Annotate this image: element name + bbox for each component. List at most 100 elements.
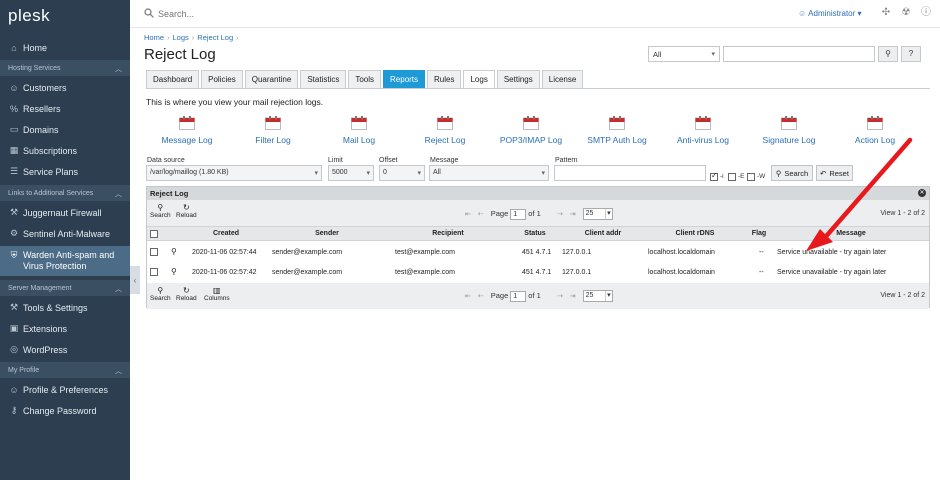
- breadcrumb-logs[interactable]: Logs: [173, 33, 189, 42]
- tab-quarantine[interactable]: Quarantine: [244, 70, 299, 88]
- prev-page-icon[interactable]: ⇠: [478, 293, 484, 300]
- sidebar-section-links[interactable]: Links to Additional Services ︿: [0, 185, 130, 201]
- help-icon[interactable]: ⓘ: [920, 7, 932, 19]
- column-created[interactable]: Created: [185, 230, 267, 237]
- log-link-pop3-imap[interactable]: POP3/IMAP Log: [491, 116, 571, 145]
- calendar-icon: [523, 116, 539, 130]
- first-page-icon[interactable]: ⇤: [465, 211, 471, 218]
- grid-search-button-bottom[interactable]: ⚲ Search: [150, 286, 171, 302]
- column-sender[interactable]: Sender: [267, 230, 387, 237]
- next-page-icon[interactable]: ⇢: [557, 211, 563, 218]
- tab-policies[interactable]: Policies: [201, 70, 243, 88]
- log-link-signature[interactable]: Signature Log: [749, 116, 829, 145]
- word-match-checkbox[interactable]: [747, 173, 755, 181]
- tab-reports[interactable]: Reports: [383, 70, 426, 88]
- user-menu[interactable]: ☺ Administrator ▾: [798, 9, 862, 18]
- log-link-message[interactable]: Message Log: [147, 116, 227, 145]
- app-window: plesk ⌂ Home Hosting Services ︿ ☺ Customers…: [0, 0, 940, 480]
- column-flag[interactable]: Flag: [745, 230, 773, 237]
- wrench-icon: ⚒: [9, 207, 19, 217]
- sidebar-item-subscriptions[interactable]: ▦ Subscriptions: [0, 140, 130, 161]
- data-source-select[interactable]: /var/log/maillog (1.80 KB) ▾: [146, 165, 322, 181]
- breadcrumb-reject-log[interactable]: Reject Log: [197, 33, 233, 42]
- offset-select[interactable]: 0 ▾: [379, 165, 425, 181]
- page-size-select[interactable]: 25 ▾: [582, 208, 613, 220]
- limit-select[interactable]: 5000 ▾: [328, 165, 374, 181]
- log-link-mail[interactable]: Mail Log: [319, 116, 399, 145]
- global-filter-input[interactable]: [723, 46, 875, 62]
- search-input[interactable]: [158, 6, 358, 22]
- column-recipient[interactable]: Recipient: [387, 230, 509, 237]
- sidebar-section-hosting[interactable]: Hosting Services ︿: [0, 60, 130, 76]
- row-checkbox[interactable]: [150, 248, 158, 256]
- tab-rules[interactable]: Rules: [427, 70, 462, 88]
- sidebar-item-warden[interactable]: ⛨ Warden Anti-spam and Virus Protection: [0, 246, 130, 276]
- column-message[interactable]: Message: [773, 230, 929, 237]
- key-icon[interactable]: ⚲: [171, 267, 177, 276]
- log-link-filter[interactable]: Filter Log: [233, 116, 313, 145]
- sidebar-item-domains[interactable]: ▭ Domains: [0, 119, 130, 140]
- sidebar-item-customers[interactable]: ☺ Customers: [0, 77, 130, 98]
- grid-search-button[interactable]: ⚲ Search: [150, 203, 171, 219]
- table-row[interactable]: ⚲ 2020-11-06 02:57:44 sender@example.com te…: [147, 243, 929, 262]
- plesk-logo[interactable]: plesk: [8, 6, 50, 26]
- sidebar-item-tools-settings[interactable]: ⚒ Tools & Settings: [0, 297, 130, 318]
- grid-reload-button-bottom[interactable]: ↻ Reload: [176, 286, 197, 302]
- calendar-icon: [867, 116, 883, 130]
- first-page-icon[interactable]: ⇤: [465, 293, 471, 300]
- column-status[interactable]: Status: [509, 230, 561, 237]
- log-link-action[interactable]: Action Log: [835, 116, 915, 145]
- page-size-select[interactable]: 25 ▾: [582, 290, 613, 302]
- extended-regex-checkbox[interactable]: [728, 173, 736, 181]
- reset-icon: ↶: [820, 168, 827, 178]
- select-all-checkbox[interactable]: [150, 230, 158, 238]
- tab-logs[interactable]: Logs: [463, 70, 495, 88]
- last-page-icon[interactable]: ⇥: [570, 293, 576, 300]
- sidebar-section-profile[interactable]: My Profile ︿: [0, 362, 130, 378]
- log-link-smtp-auth[interactable]: SMTP Auth Log: [577, 116, 657, 145]
- sidebar-item-extensions[interactable]: ▣ Extensions: [0, 318, 130, 339]
- chevron-down-icon: ▾: [605, 209, 611, 219]
- help-button[interactable]: ?: [901, 46, 921, 62]
- sidebar-item-sentinel[interactable]: ⚙ Sentinel Anti-Malware: [0, 223, 130, 244]
- sidebar-item-change-password[interactable]: ⚷ Change Password: [0, 400, 130, 421]
- tab-statistics[interactable]: Statistics: [300, 70, 347, 88]
- sidebar-item-resellers[interactable]: % Resellers: [0, 98, 130, 119]
- last-page-icon[interactable]: ⇥: [570, 211, 576, 218]
- log-link-reject[interactable]: Reject Log: [405, 116, 485, 145]
- next-page-icon[interactable]: ⇢: [557, 293, 563, 300]
- notifications-icon[interactable]: ☢: [900, 7, 912, 19]
- grid-columns-button[interactable]: ▥ Columns: [204, 286, 230, 302]
- prev-page-icon[interactable]: ⇠: [478, 211, 484, 218]
- tab-license[interactable]: License: [541, 70, 584, 88]
- column-client-rdns[interactable]: Client rDNS: [645, 230, 745, 237]
- sidebar-item-wordpress[interactable]: ◎ WordPress: [0, 339, 130, 360]
- close-icon[interactable]: ✕: [918, 189, 926, 197]
- log-link-antivirus[interactable]: Anti-virus Log: [663, 116, 743, 145]
- sidebar-item-home[interactable]: ⌂ Home: [0, 37, 130, 58]
- column-client-addr[interactable]: Client addr: [561, 230, 645, 237]
- reset-button[interactable]: ↶ Reset: [816, 165, 853, 181]
- puzzle-icon[interactable]: ✣: [880, 7, 892, 19]
- sidebar-item-profile[interactable]: ☺ Profile & Preferences: [0, 379, 130, 400]
- sidebar-collapse-handle[interactable]: ‹: [130, 266, 140, 294]
- key-icon[interactable]: ⚲: [171, 247, 177, 256]
- breadcrumb-home[interactable]: Home: [144, 33, 164, 42]
- global-filter-select[interactable]: All ▾: [648, 46, 720, 62]
- pattern-input[interactable]: [554, 165, 706, 181]
- search-button[interactable]: ⚲ Search: [771, 165, 813, 181]
- row-checkbox[interactable]: [150, 268, 158, 276]
- case-insensitive-checkbox[interactable]: [710, 171, 718, 181]
- tab-dashboard[interactable]: Dashboard: [146, 70, 200, 88]
- global-search-button[interactable]: ⚲: [878, 46, 898, 62]
- tab-settings[interactable]: Settings: [496, 70, 540, 88]
- tab-tools[interactable]: Tools: [348, 70, 382, 88]
- page-input[interactable]: 1: [510, 208, 527, 220]
- page-input[interactable]: 1: [510, 290, 527, 302]
- message-select[interactable]: All ▾: [429, 165, 549, 181]
- table-row[interactable]: ⚲ 2020-11-06 02:57:42 sender@example.com te…: [147, 263, 929, 282]
- sidebar-section-server[interactable]: Server Management ︿: [0, 280, 130, 296]
- sidebar-item-service-plans[interactable]: ☰ Service Plans: [0, 161, 130, 182]
- grid-reload-button[interactable]: ↻ Reload: [176, 203, 197, 219]
- sidebar-item-juggernaut[interactable]: ⚒ Juggernaut Firewall: [0, 202, 130, 223]
